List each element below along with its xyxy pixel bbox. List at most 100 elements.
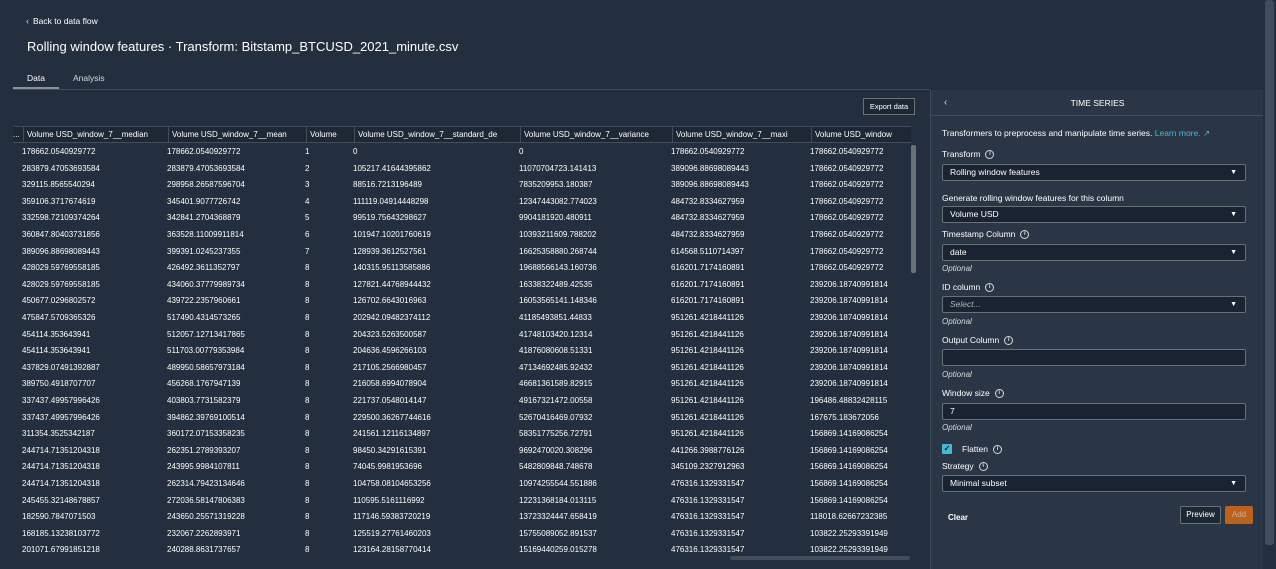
table-row[interactable]: 244714.71351204318 262314.79423134646 8 104… (13, 476, 911, 493)
table-cell: 8 (305, 429, 310, 439)
table-row[interactable]: 389096.88698089443 399391.0245237355 7 1289… (13, 244, 911, 261)
learn-more-link[interactable]: Learn more. ↗ (1155, 128, 1210, 138)
table-vertical-scrollbar[interactable] (911, 143, 917, 555)
preview-button[interactable]: Preview (1180, 506, 1221, 524)
table-cell: 476316.1329331547 (671, 528, 745, 538)
table-row[interactable]: 450677.0296802572 439722.2357960661 8 12670… (13, 293, 911, 310)
page-title: Rolling window features · Transform: Bit… (27, 39, 459, 54)
table-cell: 283879.47053693584 (167, 163, 245, 173)
table-cell: 128939.3612527561 (353, 246, 427, 256)
timestamp-column-select[interactable]: date ▼ (942, 244, 1246, 261)
add-button[interactable]: Add (1225, 506, 1253, 524)
table-cell: 111119.04914448298 (353, 196, 429, 206)
table-row[interactable]: 428029.59769558185 426492.3611352797 8 1403… (13, 260, 911, 277)
generate-column-select[interactable]: Volume USD ▼ (942, 206, 1246, 223)
table-cell: 178662.0540929772 (810, 230, 884, 239)
table-row[interactable]: 389750.4918707707 456268.1767947139 8 21605… (13, 376, 911, 393)
table-cell: 329115.8565540294 (22, 180, 95, 190)
table-row[interactable]: 283879.47053693584 283879.47053693584 2 105… (13, 161, 911, 178)
table-cell: 434060.37779989734 (167, 279, 245, 289)
page-scrollbar[interactable] (1263, 0, 1276, 569)
transform-select[interactable]: Rolling window features ▼ (942, 164, 1246, 181)
export-data-button[interactable]: Export data (863, 98, 915, 115)
table-row[interactable]: 201071.67991851218 240288.8631737657 8 1231… (13, 542, 911, 556)
table-row[interactable]: 329115.8565540294 298958.26587596704 3 8851… (13, 177, 911, 194)
table-row[interactable]: 428029.59769558185 434060.37779989734 8 127… (13, 277, 911, 294)
table-header: ... Volume USD_window_7__median Volume USD… (13, 126, 911, 143)
id-column-select[interactable]: Select... ▼ (942, 296, 1246, 313)
table-row[interactable]: 182590.7847071503 243650.25571319228 8 1171… (13, 509, 911, 526)
clear-button[interactable]: Clear (942, 511, 974, 524)
table-row[interactable]: 337437.49957996426 394862.39769100514 8 229… (13, 410, 911, 427)
info-icon[interactable]: i (1004, 335, 1014, 345)
table-cell: 454114.353643941 (22, 329, 91, 339)
table-row[interactable]: 475847.5709365326 517490.4314573265 8 20294… (13, 310, 911, 327)
output-optional-hint: Optional (942, 370, 972, 379)
table-header-cell[interactable]: Volume USD_window_7__median (23, 127, 168, 143)
table-cell: 8 (305, 296, 310, 306)
info-icon[interactable]: i (985, 282, 995, 292)
table-cell: 178662.0540929772 (671, 147, 745, 156)
table-cell: 10393211609.788202 (519, 230, 597, 239)
table-row[interactable]: 337437.49957996426 403803.7731582379 8 2217… (13, 393, 911, 410)
flatten-checkbox[interactable]: ✓ (942, 444, 952, 454)
table-header-cell[interactable]: Volume (306, 127, 354, 143)
table-row[interactable]: 454114.353643941 512057.12713417865 8 20432… (13, 327, 911, 344)
table-row[interactable]: 454114.353643941 511703.00779353984 8 20463… (13, 343, 911, 360)
table-header-cell[interactable]: Volume USD_window_7__maxi (672, 127, 811, 143)
info-icon[interactable]: i (978, 461, 988, 471)
table-cell: 360847.80403731856 (22, 230, 100, 239)
table-cell: 359106.3717674619 (22, 196, 96, 206)
table-cell: 202942.09482374112 (353, 313, 431, 322)
info-icon[interactable]: i (994, 388, 1004, 398)
flatten-label: Flatten i (962, 444, 1002, 454)
strategy-select[interactable]: Minimal subset ▼ (942, 475, 1246, 492)
table-header-cell[interactable]: Volume USD_window_7__mean (168, 127, 306, 143)
table-cell: 204636.4596266103 (353, 346, 427, 356)
caret-down-icon: ▼ (1230, 480, 1237, 487)
external-link-icon: ↗ (1202, 128, 1211, 138)
info-icon[interactable]: i (993, 444, 1002, 454)
table-row[interactable]: 244714.71351204318 243995.9984107811 8 7404… (13, 459, 911, 476)
tab-data[interactable]: Data (13, 66, 59, 89)
back-to-data-flow-link[interactable]: ‹ Back to data flow (26, 16, 98, 26)
table-cell: 951261.4218441126 (671, 329, 744, 339)
table-cell: 127821.44768944432 (353, 279, 431, 289)
timestamp-column-label: Timestamp Column i (942, 229, 1030, 239)
table-cell: 41185493851.44833 (519, 313, 592, 322)
table-header-cell[interactable]: Volume USD_window_7__variance (520, 127, 672, 143)
table-row[interactable]: 178662.0540929772 178662.0540929772 1 0 0 178… (13, 144, 911, 161)
table-row[interactable]: 311354.3525342187 360172.07153358235 8 2415… (13, 426, 911, 443)
table-row[interactable]: 245455.32148678857 272036.58147806383 8 110… (13, 493, 911, 510)
scrollbar-thumb[interactable] (911, 145, 916, 273)
output-column-input[interactable] (942, 349, 1246, 366)
table-horizontal-scrollbar[interactable] (730, 556, 910, 560)
table-row[interactable]: 437829.07491392887 489950.58657973184 8 217… (13, 360, 911, 377)
table-row[interactable]: 359106.3717674619 345401.9077726742 4 11111… (13, 194, 911, 211)
table-header-cell[interactable]: Volume USD_window_7__standard_de (354, 127, 520, 143)
caret-down-icon: ▼ (1230, 169, 1237, 176)
table-header-cell[interactable]: ... (13, 127, 23, 143)
table-cell: 332598.72109374264 (22, 213, 100, 223)
output-column-label: Output Column i (942, 335, 1014, 345)
table-cell: 394862.39769100514 (167, 412, 245, 422)
table-cell: 178662.0540929772 (810, 180, 884, 190)
table-cell: 511703.00779353984 (167, 346, 245, 356)
table-cell: 239206.18740991814 (810, 279, 888, 289)
table-cell: 337437.49957996426 (22, 396, 100, 405)
window-size-input[interactable]: 7 (942, 403, 1246, 420)
table-cell: 345401.9077726742 (167, 196, 241, 206)
page-scrollbar-track[interactable] (1265, 0, 1274, 545)
tab-analysis[interactable]: Analysis (59, 66, 119, 89)
table-header-cell[interactable]: Volume USD_window (811, 127, 911, 143)
table-row[interactable]: 244714.71351204318 262351.2789393207 8 9845… (13, 443, 911, 460)
info-icon[interactable]: i (1020, 229, 1030, 239)
table-row[interactable]: 360847.80403731856 363528.11009911814 6 101… (13, 227, 911, 244)
table-cell: 196486.48832428115 (810, 396, 888, 405)
table-row[interactable]: 332598.72109374264 342841.2704368879 5 9951… (13, 210, 911, 227)
caret-down-icon: ▼ (1230, 301, 1237, 308)
table-row[interactable]: 168185.13238103772 232067.2262893971 8 1255… (13, 526, 911, 543)
table-cell: 9904181920.480911 (519, 213, 592, 223)
table-cell: 8 (305, 329, 310, 339)
info-icon[interactable]: i (985, 149, 995, 159)
